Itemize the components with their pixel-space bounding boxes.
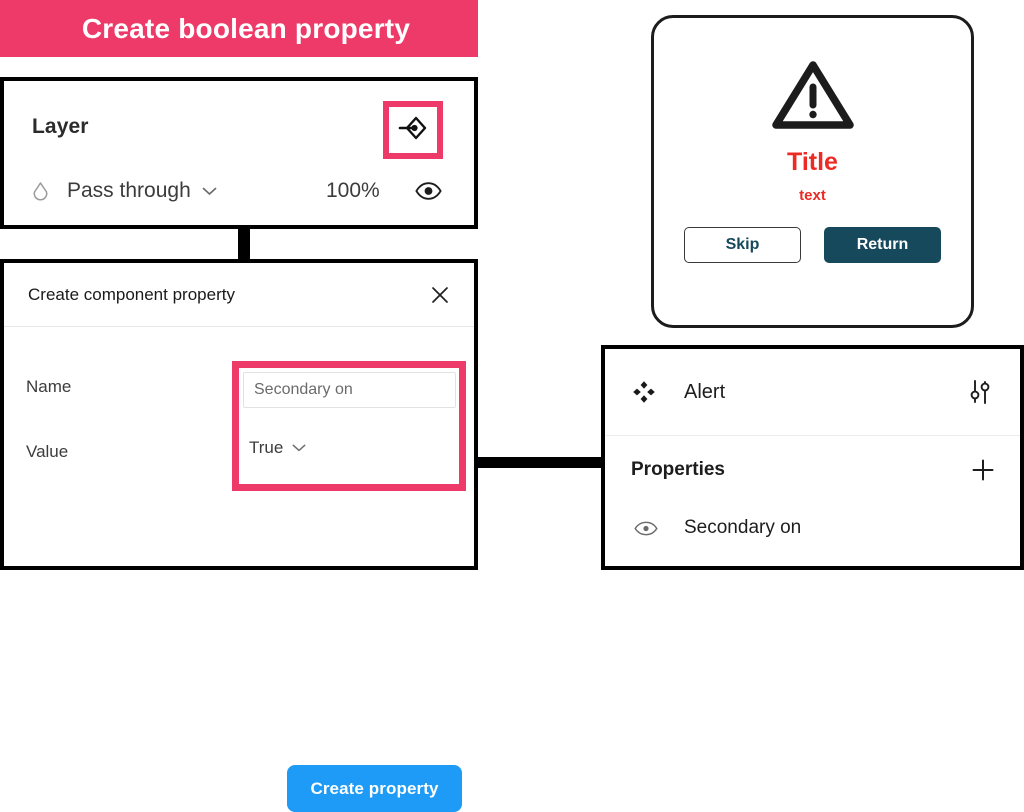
component-diamond-icon (632, 380, 656, 404)
dialog-title: Create component property (28, 284, 235, 304)
create-property-button[interactable]: Create property (287, 765, 462, 812)
eye-icon[interactable] (415, 182, 442, 200)
properties-section-header: Properties (605, 436, 1020, 504)
component-name: Alert (684, 380, 726, 403)
alert-component-preview: Title text Skip Return (651, 15, 974, 328)
alert-body-text: text (799, 187, 826, 204)
layer-panel: Layer Pass through 100% (0, 77, 478, 229)
page-title: Create boolean property (81, 12, 411, 44)
alert-title: Title (787, 148, 838, 176)
plus-icon[interactable] (970, 457, 996, 483)
property-value-select[interactable]: True (249, 438, 306, 458)
chevron-down-icon[interactable] (202, 187, 217, 196)
connector-dialog-to-alert-panel (474, 457, 602, 468)
create-component-property-dialog: Create component property Name Value Tru… (0, 259, 478, 812)
blend-mode-label[interactable]: Pass through (67, 179, 191, 203)
list-item[interactable]: Secondary on (605, 504, 1020, 552)
value-field-label: Value (26, 442, 69, 461)
chevron-down-icon (292, 444, 306, 452)
sliders-icon[interactable] (967, 378, 993, 406)
alert-button-group: Skip Return (684, 227, 941, 263)
layer-panel-title: Layer (32, 115, 89, 138)
property-value-selected: True (249, 438, 284, 457)
property-name: Secondary on (684, 517, 802, 538)
alert-properties-panel: Alert Properties Secondary on (601, 345, 1024, 570)
dialog-header: Create component property (4, 263, 474, 327)
page-title-banner: Create boolean property (0, 0, 478, 57)
opacity-value[interactable]: 100% (326, 179, 380, 203)
return-button[interactable]: Return (824, 227, 941, 263)
eye-icon[interactable] (634, 521, 658, 536)
droplet-icon (32, 181, 49, 202)
name-field-label: Name (26, 377, 72, 396)
skip-button[interactable]: Skip (684, 227, 801, 263)
close-icon[interactable] (428, 283, 452, 307)
properties-label: Properties (631, 459, 725, 480)
warning-triangle-icon (771, 59, 855, 137)
arrow-into-diamond-icon[interactable] (398, 114, 428, 147)
connector-layer-to-dialog (238, 229, 250, 259)
apply-property-highlight[interactable] (383, 101, 443, 159)
blend-mode-row: Pass through 100% (4, 157, 474, 225)
property-name-input[interactable] (243, 372, 456, 408)
component-header-row: Alert (605, 349, 1020, 436)
